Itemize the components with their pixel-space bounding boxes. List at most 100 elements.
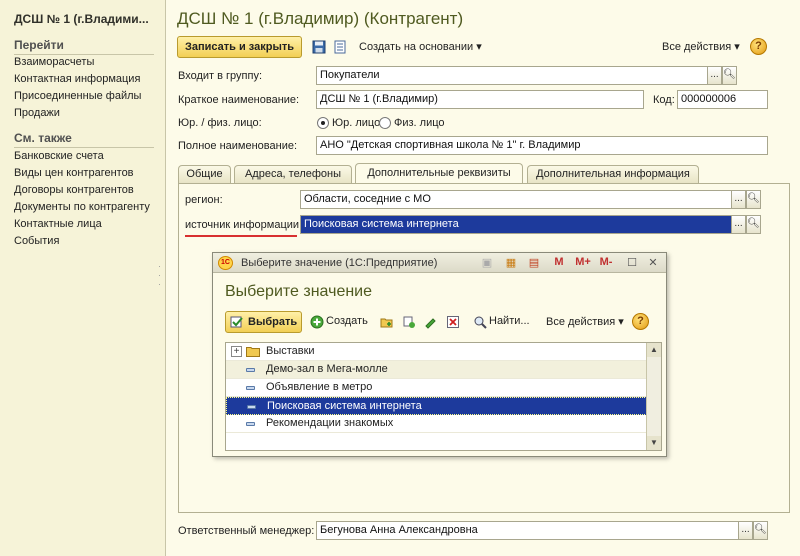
sidebar-item-contact-info[interactable]: Контактная информация: [14, 73, 140, 85]
all-actions-menu[interactable]: Все действия ▾: [662, 40, 740, 53]
radio-individual[interactable]: [379, 117, 391, 129]
calculator-icon[interactable]: ▦: [503, 256, 519, 269]
save-icon[interactable]: [311, 39, 327, 55]
dialog-all-actions-menu[interactable]: Все действия ▾: [546, 315, 624, 328]
search-icon[interactable]: 🔍︎: [753, 522, 767, 539]
sidebar-item-events[interactable]: События: [14, 235, 59, 247]
catalog-item-icon: [246, 422, 255, 426]
catalog-item-icon: [246, 368, 255, 372]
list-icon[interactable]: [332, 39, 348, 55]
maximize-icon[interactable]: ☐: [624, 256, 640, 269]
sidebar-item-documents[interactable]: Документы по контрагенту: [14, 201, 150, 213]
calendar-icon[interactable]: ▤: [526, 256, 542, 269]
catalog-item-icon: [246, 386, 255, 390]
list-item[interactable]: Рекомендации знакомых: [226, 415, 647, 433]
list-item[interactable]: Демо-зал в Мега-молле: [226, 361, 647, 379]
edit-icon[interactable]: [422, 314, 438, 330]
value-list: + Выставки Демо-зал в Мега-молле Объявле…: [225, 342, 662, 451]
manager-field[interactable]: Бегунова Анна Александровна ... 🔍︎: [316, 521, 768, 540]
dialog-titlebar[interactable]: 1С Выберите значение (1С:Предприятие) ▣ …: [213, 253, 666, 273]
list-item[interactable]: Объявление в метро: [226, 379, 647, 397]
create-icon[interactable]: [309, 314, 325, 330]
find-icon[interactable]: [472, 314, 488, 330]
search-icon[interactable]: 🔍︎: [746, 216, 760, 233]
app-logo-icon: 1С: [218, 256, 233, 270]
select-label: Выбрать: [248, 316, 298, 328]
choose-button[interactable]: ...: [707, 67, 722, 84]
manager-value: Бегунова Анна Александровна: [320, 524, 478, 536]
create-based-on-label: Создать на основании: [359, 41, 474, 53]
code-field[interactable]: 000000006: [677, 90, 768, 109]
region-value: Области, соседние с МО: [304, 193, 431, 205]
dialog-title: Выберите значение (1С:Предприятие): [241, 257, 438, 269]
region-field[interactable]: Области, соседние с МО ... 🔍︎: [300, 190, 761, 209]
list-item-label: Поисковая система интернета: [267, 400, 422, 412]
sidebar-item-contact-persons[interactable]: Контактные лица: [14, 218, 102, 230]
create-based-on-menu[interactable]: Создать на основании ▾: [359, 40, 482, 53]
dialog-all-actions-label: Все действия: [546, 316, 616, 328]
radio-legal-entity-label[interactable]: Юр. лицо: [332, 117, 380, 129]
short-name-field[interactable]: ДСШ № 1 (г.Владимир): [316, 90, 644, 109]
dialog-heading: Выберите значение: [225, 283, 373, 300]
short-name-label: Краткое наименование:: [178, 94, 300, 106]
search-icon[interactable]: 🔍︎: [746, 191, 760, 208]
memory-minus-button[interactable]: M-: [596, 256, 616, 268]
sidebar-item-contracts[interactable]: Договоры контрагентов: [14, 184, 134, 196]
choose-button[interactable]: ...: [738, 522, 753, 539]
delete-icon[interactable]: [445, 314, 461, 330]
splitter-handle[interactable]: · · ·: [158, 262, 164, 289]
create-button[interactable]: Создать: [326, 315, 368, 327]
radio-individual-label[interactable]: Физ. лицо: [394, 117, 445, 129]
list-item-label: Демо-зал в Мега-молле: [266, 363, 388, 375]
list-item[interactable]: + Выставки: [226, 343, 647, 361]
list-item-label: Рекомендации знакомых: [266, 417, 394, 429]
sidebar-item-sales[interactable]: Продажи: [14, 107, 60, 119]
add-folder-icon[interactable]: [379, 314, 395, 330]
choose-button[interactable]: ...: [731, 191, 746, 208]
help-button[interactable]: ?: [750, 38, 767, 55]
radio-legal-entity[interactable]: [317, 117, 329, 129]
select-value-dialog: 1С Выберите значение (1С:Предприятие) ▣ …: [212, 252, 667, 457]
print-icon[interactable]: ▣: [479, 256, 495, 269]
scroll-up-icon[interactable]: ▲: [647, 343, 661, 357]
tab-additional-attributes[interactable]: Дополнительные реквизиты: [355, 163, 523, 183]
group-field[interactable]: Покупатели ... 🔍︎: [316, 66, 737, 85]
all-actions-label: Все действия: [662, 41, 732, 53]
see-also-heading: См. также: [14, 131, 154, 148]
memory-m-button[interactable]: M: [551, 256, 567, 268]
vertical-scrollbar[interactable]: ▲ ▼: [646, 343, 661, 450]
sidebar-item-settlements[interactable]: Взаиморасчеты: [14, 56, 94, 68]
sidebar-item-attached-files[interactable]: Присоединенные файлы: [14, 90, 141, 102]
error-underline: [185, 235, 297, 237]
expand-icon[interactable]: +: [231, 346, 242, 357]
short-name-value: ДСШ № 1 (г.Владимир): [320, 93, 438, 105]
source-field[interactable]: Поисковая система интернета ... 🔍︎: [300, 215, 761, 234]
tab-bar: Общие Адреса, телефоны Дополнительные ре…: [178, 163, 790, 183]
full-name-field[interactable]: АНО "Детская спортивная школа № 1" г. Вл…: [316, 136, 768, 155]
save-close-button[interactable]: Записать и закрыть: [177, 36, 303, 58]
group-value: Покупатели: [320, 69, 380, 81]
tab-general[interactable]: Общие: [178, 165, 231, 183]
memory-plus-button[interactable]: M+: [573, 256, 593, 268]
sidebar-item-price-types[interactable]: Виды цен контрагентов: [14, 167, 134, 179]
find-button[interactable]: Найти...: [489, 315, 530, 327]
full-name-label: Полное наименование:: [178, 140, 298, 152]
source-label: источник информации:: [185, 219, 303, 231]
search-icon[interactable]: 🔍︎: [722, 67, 736, 84]
sidebar-title: ДСШ № 1 (г.Владими...: [14, 12, 149, 26]
sidebar-item-bank-accounts[interactable]: Банковские счета: [14, 150, 104, 162]
dropdown-arrow-icon: ▾: [618, 316, 624, 328]
list-item-label: Выставки: [266, 345, 315, 357]
copy-icon[interactable]: [401, 314, 417, 330]
select-button[interactable]: Выбрать: [225, 311, 302, 333]
tab-addresses[interactable]: Адреса, телефоны: [234, 165, 352, 183]
form-toolbar: Записать и закрыть Создать на основании …: [177, 36, 789, 58]
close-icon[interactable]: ✕: [645, 256, 661, 269]
list-item-selected[interactable]: Поисковая система интернета: [226, 397, 647, 415]
region-label: регион:: [185, 194, 223, 206]
code-value: 000000006: [681, 93, 737, 105]
dialog-help-button[interactable]: ?: [632, 313, 649, 330]
scroll-down-icon[interactable]: ▼: [647, 436, 661, 450]
tab-additional-info[interactable]: Дополнительная информация: [527, 165, 699, 183]
choose-button[interactable]: ...: [731, 216, 746, 233]
